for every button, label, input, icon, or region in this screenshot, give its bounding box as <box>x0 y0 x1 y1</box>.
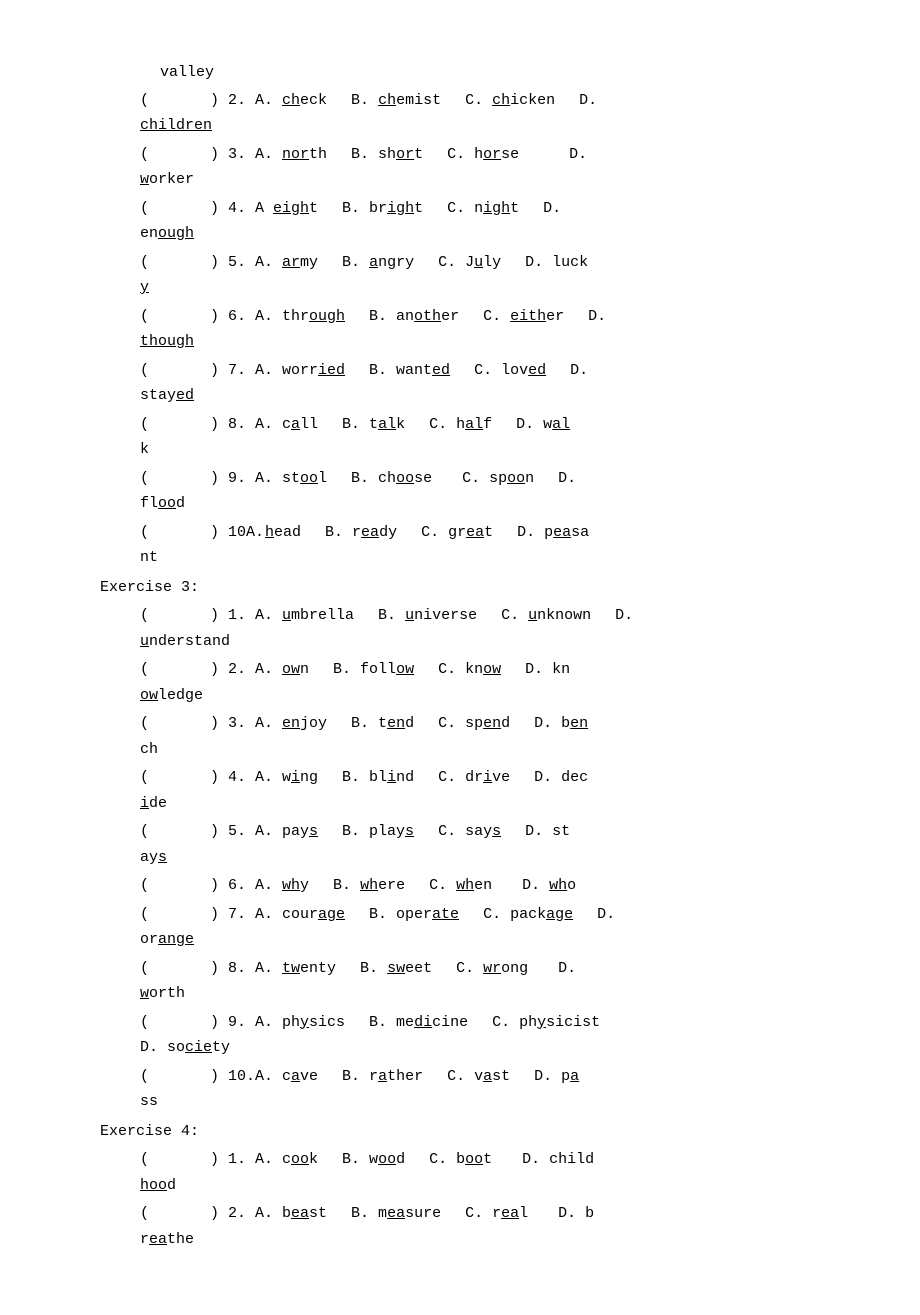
ex3-item8: ( ) 8. A. twenty B. sweet C. wrong D. wo… <box>80 956 860 1007</box>
paren4: ( <box>140 196 210 222</box>
opt-b: B. another <box>369 304 459 330</box>
paren10: ( <box>140 520 210 546</box>
ex2-item6: ( ) 6. A. through B. another C. either D… <box>80 304 860 355</box>
ex3-item5: ( ) 5. A. pays B. plays C. says D. st ay… <box>80 819 860 870</box>
ex2-item3: ( ) 3. A. north B. short C. horse D. wor… <box>80 142 860 193</box>
opt-c: C. spoon <box>462 466 534 492</box>
opt-b: B. bright <box>342 196 423 222</box>
opt-d: D. peasa <box>517 520 589 546</box>
opt-c: C. night <box>447 196 519 222</box>
opt-d: D. wal <box>516 412 570 438</box>
opt-b: B. chemist <box>351 88 441 114</box>
opt-d-label: D. <box>569 142 587 168</box>
paren7: ( <box>140 358 210 384</box>
opt-b: B. short <box>351 142 423 168</box>
opt-b: B. ready <box>325 520 397 546</box>
opt-a: head <box>265 520 301 546</box>
ex2-item8: ( ) 8. A. call B. talk C. half D. wal k <box>80 412 860 463</box>
ex3-item9: ( ) 9. A. physics B. medicine C. physici… <box>80 1010 860 1061</box>
opt-a: A. stool <box>255 466 327 492</box>
ex2-item7: ( ) 7. A. worried B. wanted C. loved D. … <box>80 358 860 409</box>
opt-b: B. angry <box>342 250 414 276</box>
opt-d: D. <box>579 88 597 114</box>
opt-a: A. check <box>255 88 327 114</box>
opt-a: A. worried <box>255 358 345 384</box>
paren5: ( <box>140 250 210 276</box>
paren2: ( <box>140 88 210 114</box>
num6: ) 6. <box>210 304 255 330</box>
opt-c: C. half <box>429 412 492 438</box>
ex4-item1: ( ) 1. A. cook B. wood C. boot D. child … <box>80 1147 860 1198</box>
opt-c: C. horse <box>447 142 519 168</box>
opt-d: D. <box>543 196 561 222</box>
opt-c: C. either <box>483 304 564 330</box>
opt-a: A. call <box>255 412 318 438</box>
opt-b: B. talk <box>342 412 405 438</box>
ex3-item6: ( ) 6. A. why B. where C. when D. who <box>80 873 860 899</box>
main-content: valley ( ) 2. A. check B. chemist C. chi… <box>80 60 860 1252</box>
opt-a: A eight <box>255 196 318 222</box>
num5: ) 5. <box>210 250 255 276</box>
opt-d: D. <box>558 466 576 492</box>
ex2-item9: ( ) 9. A. stool B. choose C. spoon D. fl… <box>80 466 860 517</box>
opt-c: C. July <box>438 250 501 276</box>
num9: ) 9. <box>210 466 255 492</box>
exercise4-header: Exercise 4: <box>100 1119 860 1145</box>
ex2-item5: ( ) 5. A. army B. angry C. July D. luck … <box>80 250 860 301</box>
opt-c: C. great <box>421 520 493 546</box>
ex3-item2: ( ) 2. A. own B. follow C. know D. kn ow… <box>80 657 860 708</box>
exercise3-header: Exercise 3: <box>100 575 860 601</box>
paren3: ( <box>140 142 210 168</box>
opt-c: C. loved <box>474 358 546 384</box>
ex3-item7: ( ) 7. A. courage B. operate C. package … <box>80 902 860 953</box>
ex3-item3: ( ) 3. A. enjoy B. tend C. spend D. ben … <box>80 711 860 762</box>
ex3-item10: ( ) 10. A. cave B. rather C. vast D. pa … <box>80 1064 860 1115</box>
num2: ) 2. <box>210 88 255 114</box>
ex4-item2: ( ) 2. A. beast B. measure C. real D. b … <box>80 1201 860 1252</box>
opt-d: D. <box>570 358 588 384</box>
num4: ) 4. <box>210 196 255 222</box>
num8: ) 8. <box>210 412 255 438</box>
num10: ) 10A. <box>210 520 265 546</box>
opt-d: D. luck <box>525 250 588 276</box>
ex2-item10: ( ) 10A. head B. ready C. great D. peasa… <box>80 520 860 571</box>
opt-b: B. choose <box>351 466 432 492</box>
opt-a: A. army <box>255 250 318 276</box>
opt-b: B. wanted <box>369 358 450 384</box>
ex2-item4: ( ) 4. A eight B. bright C. night D. eno… <box>80 196 860 247</box>
ex2-item2: ( ) 2. A. check B. chemist C. chicken D.… <box>80 88 860 139</box>
num3: ) 3. <box>210 142 255 168</box>
opt-a: A. through <box>255 304 345 330</box>
paren6: ( <box>140 304 210 330</box>
paren8: ( <box>140 412 210 438</box>
opt-c: C. chicken <box>465 88 555 114</box>
opt-d: D. <box>588 304 606 330</box>
paren9: ( <box>140 466 210 492</box>
num7: ) 7. <box>210 358 255 384</box>
intro-line-valley: valley <box>160 60 860 86</box>
ex3-item1: ( ) 1. A. umbrella B. universe C. unknow… <box>80 603 860 654</box>
opt-a: A. north <box>255 142 327 168</box>
ex3-item4: ( ) 4. A. wing B. blind C. drive D. dec … <box>80 765 860 816</box>
